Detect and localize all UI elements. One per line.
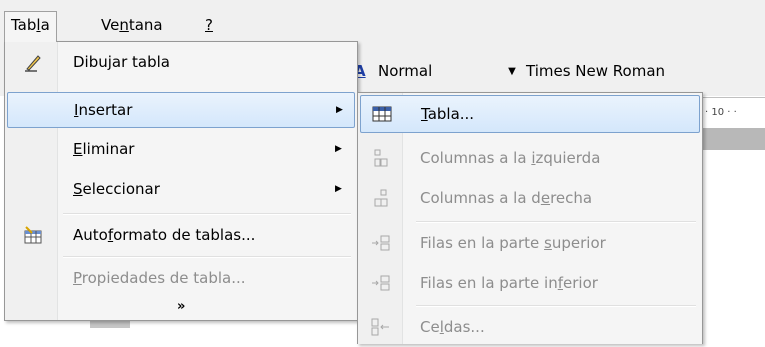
menu-item-eliminar[interactable]: Eliminar ▶ (7, 131, 353, 167)
menu-item-label: Autoformato de tablas... (59, 226, 353, 244)
menu-item-text: Filas en la parte in (420, 274, 558, 292)
menu-item-text: Auto (73, 226, 108, 244)
font-selector[interactable]: Times New Roman (526, 62, 665, 80)
insert-rows-above-icon (360, 235, 402, 251)
menu-item-mnemonic: T (421, 105, 428, 123)
menubar-ventana-label: Ve (101, 16, 120, 34)
menu-item-text-rest: ormato de tablas... (113, 226, 256, 244)
menu-item-mnemonic: e (540, 189, 551, 207)
menu-item-text: Filas en la parte (420, 234, 545, 252)
menu-item-label: Dibujar tabla (59, 53, 353, 71)
chevron-down-icon[interactable]: ▼ (504, 66, 520, 77)
menu-bar: Tabla Ventana ? (0, 0, 765, 42)
menubar-tabla-label: Tab (11, 16, 37, 34)
submenu-item-label: Columnas a la derecha (402, 189, 698, 207)
menu-item-text-rest: das... (443, 318, 485, 336)
menubar-ventana-mnemonic: n (119, 16, 129, 34)
menu-item-text: ropiedades de tabla... (81, 269, 246, 287)
insert-columns-right-icon (360, 189, 402, 207)
menu-item-text: Dibujar tabla (73, 53, 170, 71)
insert-columns-left-icon (360, 149, 402, 167)
submenu-item-columnas-izquierda[interactable]: Columnas a la izquierda (360, 138, 698, 178)
menubar-tabla[interactable]: Tabla (4, 11, 57, 42)
submenu-arrow-icon: ▶ (336, 105, 343, 115)
menubar-help-label: ? (205, 16, 213, 34)
menu-item-autoformato[interactable]: Autoformato de tablas... (7, 217, 353, 253)
menu-item-mnemonic: S (73, 180, 83, 198)
menu-item-text-rest: recha (550, 189, 593, 207)
menu-separator (63, 213, 351, 215)
submenu-item-tabla[interactable]: Tabla... (360, 95, 700, 133)
menu-item-label: Insertar (60, 101, 336, 119)
submenu-item-columnas-derecha[interactable]: Columnas a la derecha (360, 178, 698, 218)
menu-separator (63, 256, 351, 258)
menu-item-seleccionar[interactable]: Seleccionar ▶ (7, 171, 353, 207)
ruler: · 10 · · (700, 97, 765, 129)
submenu-item-label: Filas en la parte inferior (402, 274, 698, 292)
submenu-arrow-icon: ▶ (335, 184, 342, 194)
style-value: Normal (378, 62, 433, 80)
submenu-item-filas-inferior[interactable]: Filas en la parte inferior (360, 263, 698, 303)
submenu-arrow-icon: ▶ (335, 144, 342, 154)
menu-item-label: Eliminar (59, 140, 335, 158)
menu-item-text: liminar (82, 140, 135, 158)
menu-item-propiedades[interactable]: Propiedades de tabla... (7, 260, 353, 296)
menu-item-text: Columnas a la (420, 149, 532, 167)
menubar-ventana-label-rest: tana (128, 16, 163, 34)
menu-item-text-rest: uperior (551, 234, 606, 252)
menu-item-text: abla... (427, 105, 475, 123)
tabla-menu: Dibujar tabla Insertar ▶ Eliminar ▶ Sele… (4, 41, 358, 321)
menu-item-text-rest: erior (563, 274, 598, 292)
menubar-tabla-label-rest: a (40, 16, 50, 34)
menubar-help[interactable]: ? (199, 12, 219, 38)
menu-item-text: Columnas a la d (420, 189, 541, 207)
table-icon (361, 106, 403, 122)
menubar-ventana[interactable]: Ventana (95, 12, 169, 38)
menu-item-insertar[interactable]: Insertar ▶ (7, 92, 355, 128)
menu-item-text: nsertar (78, 101, 133, 119)
table-autoformat-icon (7, 226, 59, 244)
submenu-item-label: Tabla... (403, 105, 699, 123)
submenu-item-label: Filas en la parte superior (402, 234, 698, 252)
submenu-item-label: Celdas... (402, 318, 698, 336)
menu-item-label: Propiedades de tabla... (59, 269, 353, 287)
menu-item-mnemonic: s (544, 234, 552, 252)
insertar-submenu: Tabla... Columnas a la izquierda Columna… (357, 92, 703, 344)
pencil-icon (7, 52, 59, 72)
submenu-item-celdas[interactable]: Celdas... (360, 307, 698, 347)
document-area-edge (700, 128, 765, 150)
menu-item-label: Seleccionar (59, 180, 335, 198)
expand-menu-chevron-icon[interactable]: » (177, 299, 185, 314)
submenu-item-label: Columnas a la izquierda (402, 149, 698, 167)
insert-cells-icon (360, 318, 402, 336)
insert-rows-below-icon (360, 275, 402, 291)
menu-item-text-rest: zquierda (535, 149, 601, 167)
style-selector[interactable]: A Normal ▼ Times New Roman (354, 56, 665, 86)
menu-item-text: Ce (420, 318, 440, 336)
submenu-item-filas-superior[interactable]: Filas en la parte superior (360, 223, 698, 263)
menu-item-mnemonic: P (73, 269, 82, 287)
menu-item-text: eleccionar (82, 180, 160, 198)
menu-item-dibujar-tabla[interactable]: Dibujar tabla (7, 44, 353, 80)
